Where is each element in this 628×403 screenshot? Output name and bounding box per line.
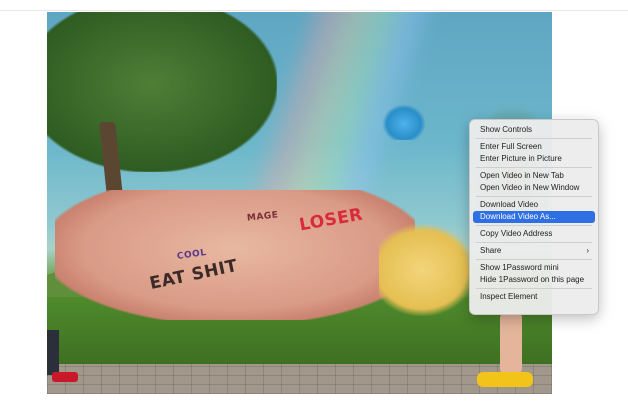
menu-separator (476, 225, 592, 226)
menu-item-hide-1password[interactable]: Hide 1Password on this page (473, 274, 595, 286)
menu-item-download-video-as[interactable]: Download Video As... (473, 211, 595, 223)
giant-figure-hair (379, 224, 475, 316)
person-leg-left (47, 330, 59, 375)
menu-item-label: Show Controls (480, 125, 533, 134)
blue-bird-icon (382, 104, 426, 140)
menu-separator (476, 167, 592, 168)
menu-separator (476, 288, 592, 289)
menu-item-share[interactable]: Share › (473, 245, 595, 257)
person-leg-right (500, 312, 522, 374)
menu-item-label: Hide 1Password on this page (480, 275, 585, 284)
menu-item-label: Share (480, 246, 502, 255)
menu-item-show-controls[interactable]: Show Controls (473, 124, 595, 136)
menu-item-inspect-element[interactable]: Inspect Element (473, 291, 595, 303)
menu-separator (476, 242, 592, 243)
menu-separator (476, 196, 592, 197)
menu-item-open-video-new-tab[interactable]: Open Video in New Tab (473, 170, 595, 182)
menu-item-label: Download Video (480, 200, 539, 209)
menu-separator (476, 138, 592, 139)
menu-item-download-video[interactable]: Download Video (473, 199, 595, 211)
page-top-divider (0, 10, 628, 11)
menu-item-enter-picture-in-picture[interactable]: Enter Picture in Picture (473, 153, 595, 165)
menu-item-label: Copy Video Address (480, 229, 553, 238)
menu-item-label: Enter Picture in Picture (480, 154, 562, 163)
menu-item-open-video-new-window[interactable]: Open Video in New Window (473, 182, 595, 194)
menu-item-label: Inspect Element (480, 292, 538, 301)
menu-item-label: Open Video in New Window (480, 183, 580, 192)
tree-crown (47, 12, 277, 172)
menu-separator (476, 259, 592, 260)
chevron-right-icon: › (586, 246, 589, 255)
menu-item-copy-video-address[interactable]: Copy Video Address (473, 228, 595, 240)
video-context-menu: Show Controls Enter Full Screen Enter Pi… (469, 119, 599, 315)
menu-item-enter-full-screen[interactable]: Enter Full Screen (473, 141, 595, 153)
menu-item-label: Download Video As... (480, 212, 556, 221)
menu-item-label: Enter Full Screen (480, 142, 542, 151)
red-shoe (52, 372, 78, 382)
yellow-shoe (477, 372, 533, 387)
menu-item-show-1password-mini[interactable]: Show 1Password mini (473, 262, 595, 274)
menu-item-label: Show 1Password mini (480, 263, 559, 272)
menu-item-label: Open Video in New Tab (480, 171, 564, 180)
